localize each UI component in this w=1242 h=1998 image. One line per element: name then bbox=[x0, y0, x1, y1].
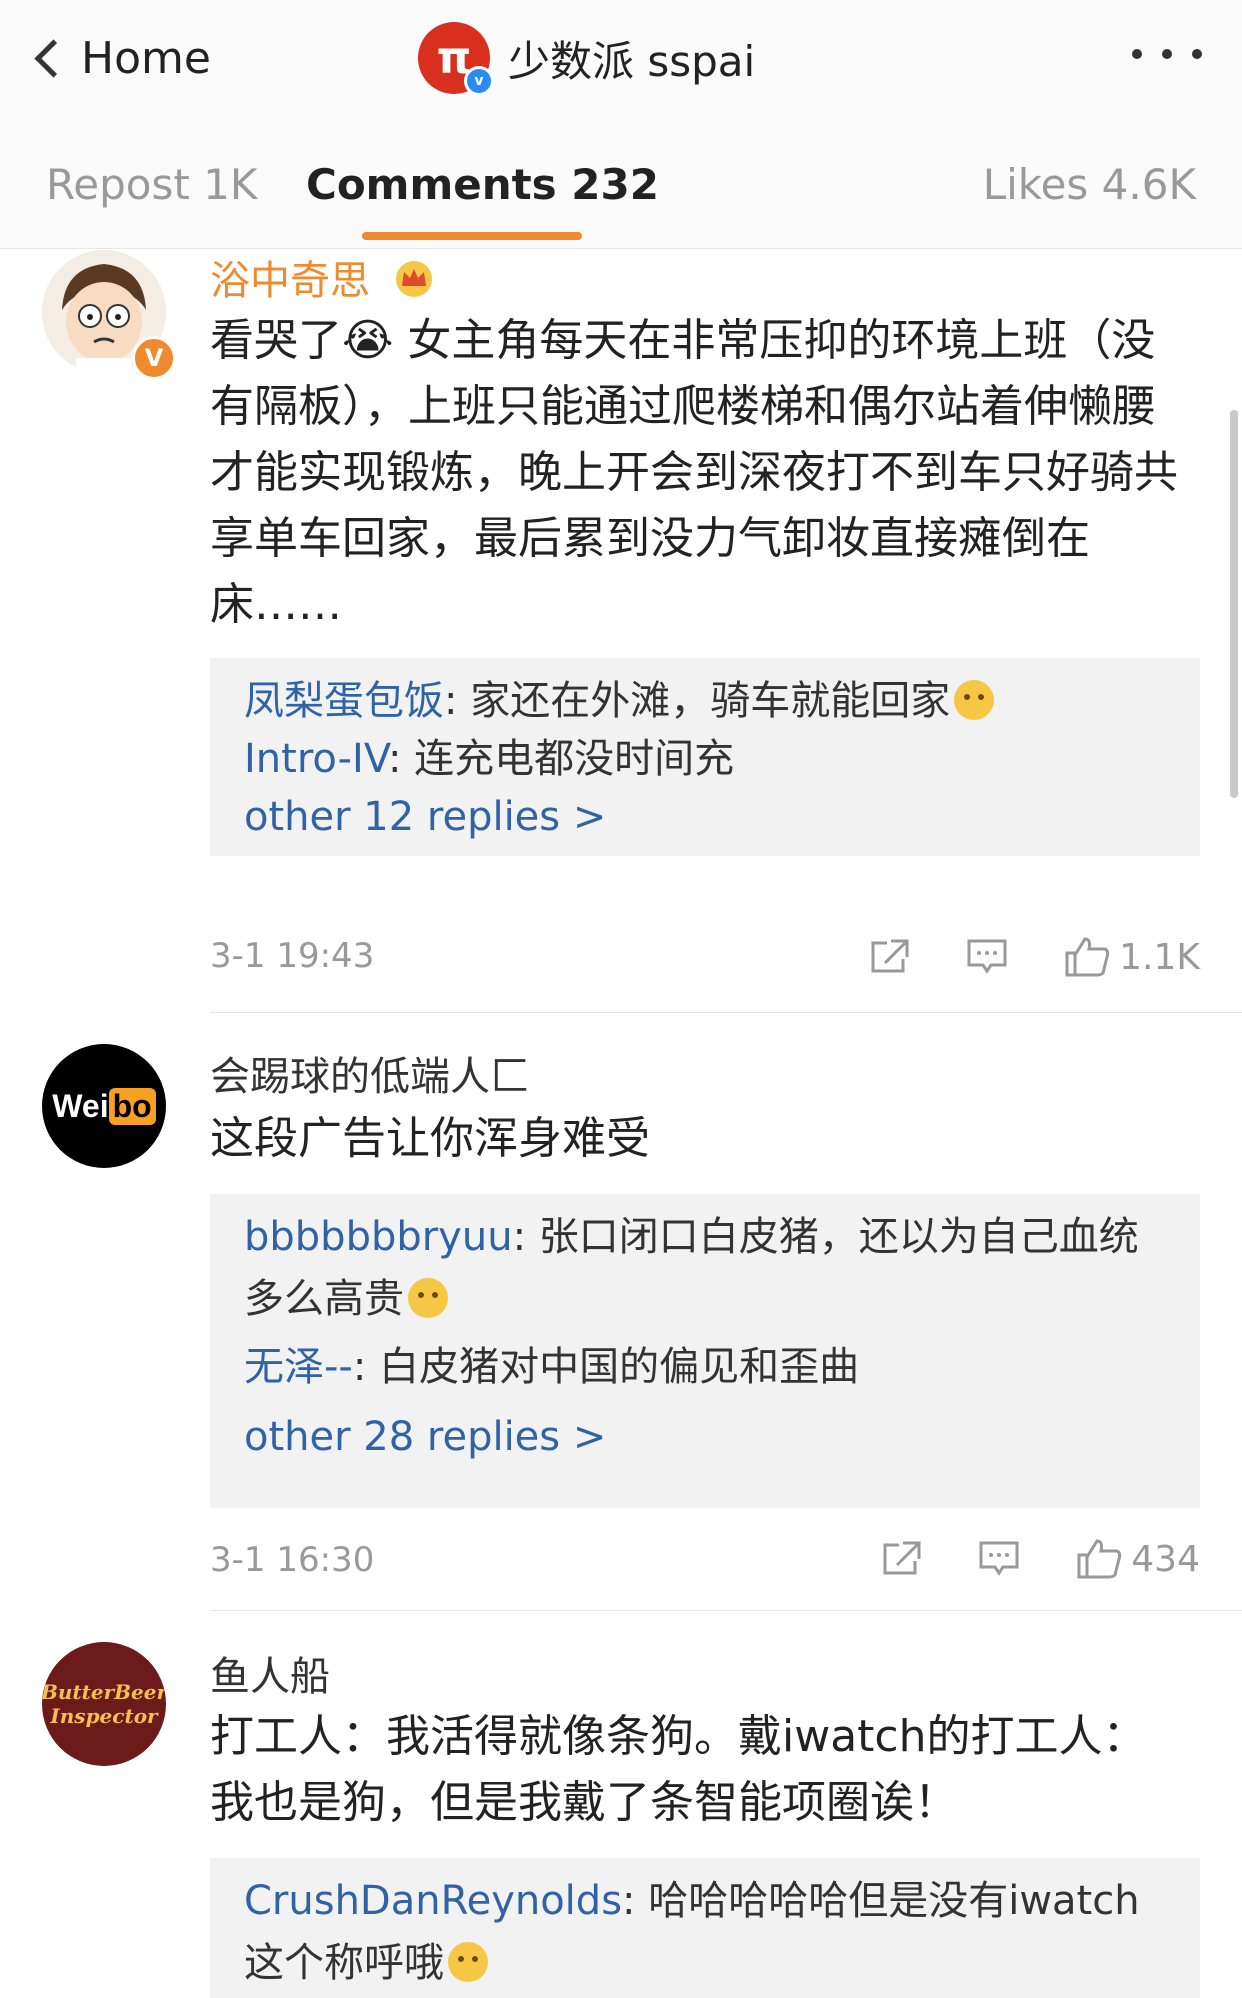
verified-badge: v bbox=[464, 66, 494, 96]
avatar-text-b: bo bbox=[108, 1087, 156, 1125]
reply-text: : 家还在外滩，骑车就能回家 bbox=[444, 678, 951, 724]
like-count: 1.1K bbox=[1119, 936, 1200, 978]
comment-text: 看哭了😭 女主角每天在非常压抑的环境上班（没有隔板），上班只能通过爬楼梯和偶尔站… bbox=[210, 315, 1178, 630]
comment-author[interactable]: 浴中奇思 bbox=[210, 248, 435, 306]
like-button[interactable]: 434 bbox=[1075, 1537, 1200, 1581]
account-header[interactable]: π v 少数派 sspai bbox=[418, 18, 755, 98]
reply-text: : 连充电都没时间充 bbox=[387, 736, 735, 782]
reply-button[interactable] bbox=[977, 1539, 1021, 1579]
like-count: 434 bbox=[1131, 1538, 1200, 1580]
back-label: Home bbox=[81, 32, 211, 84]
comment-actions: 1.1K bbox=[813, 932, 1200, 982]
crying-emoji-icon bbox=[954, 680, 995, 720]
more-replies-link[interactable]: other 28 replies > bbox=[244, 1414, 606, 1460]
reply-text: : 白皮猪对中国的偏见和歪曲 bbox=[352, 1344, 860, 1390]
comment-time: 3-1 16:30 bbox=[210, 1540, 375, 1580]
comment-icon bbox=[967, 939, 1007, 974]
like-button[interactable]: 1.1K bbox=[1063, 935, 1200, 979]
back-button[interactable]: Home bbox=[30, 28, 211, 88]
scrollbar[interactable] bbox=[1230, 410, 1238, 798]
avatar-text-b: Inspector bbox=[50, 1704, 158, 1728]
active-tab-indicator bbox=[362, 232, 582, 240]
top-bar: Home π v 少数派 sspai bbox=[0, 0, 1242, 121]
reply-item[interactable]: CrushDanReynolds: 哈哈哈哈哈但是没有iwatch这个称呼哦 bbox=[244, 1870, 1164, 1994]
avatar-text-a: ButterBeer bbox=[42, 1680, 166, 1704]
comment-icon bbox=[979, 1541, 1019, 1576]
repost-button[interactable] bbox=[867, 937, 911, 977]
divider bbox=[210, 1610, 1242, 1611]
reply-author[interactable]: bbbbbbbryuu bbox=[244, 1214, 513, 1260]
comment-actions: 434 bbox=[825, 1534, 1200, 1584]
reply-author[interactable]: 凤梨蛋包饭 bbox=[244, 678, 444, 724]
reply-item[interactable]: 凤梨蛋包饭: 家还在外滩，骑车就能回家 bbox=[244, 670, 1164, 732]
doge-emoji-icon bbox=[448, 1942, 488, 1982]
comment-author[interactable]: 鱼人船 bbox=[210, 1644, 330, 1702]
reply-item[interactable]: 无泽--: 白皮猪对中国的偏见和歪曲 bbox=[244, 1336, 1164, 1398]
reply-button[interactable] bbox=[965, 937, 1009, 977]
chevron-left-icon bbox=[34, 38, 73, 78]
account-name: 少数派 sspai bbox=[508, 36, 756, 86]
tab-likes[interactable]: Likes 4.6K bbox=[983, 160, 1196, 209]
reply-box[interactable]: bbbbbbbryuu: 张口闭口白皮猪，还以为自己血统多么高贵 无泽--: 白… bbox=[210, 1194, 1200, 1508]
account-avatar: π v bbox=[418, 22, 494, 96]
thumbs-up-icon bbox=[1065, 937, 1110, 977]
share-icon bbox=[871, 939, 909, 973]
divider bbox=[210, 1012, 1242, 1013]
tab-repost[interactable]: Repost 1K bbox=[46, 160, 257, 209]
avatar-text-a: Wei bbox=[52, 1087, 109, 1124]
crown-icon bbox=[395, 261, 432, 297]
reply-author[interactable]: 无泽-- bbox=[244, 1344, 353, 1390]
tab-bar: Repost 1K Comments 232 Likes 4.6K bbox=[0, 120, 1242, 249]
share-icon bbox=[883, 1541, 921, 1575]
tab-comments[interactable]: Comments 232 bbox=[306, 160, 659, 209]
vomit-emoji-icon bbox=[408, 1278, 448, 1318]
reply-item[interactable]: bbbbbbbryuu: 张口闭口白皮猪，还以为自己血统多么高贵 bbox=[244, 1206, 1164, 1330]
comment-time: 3-1 19:43 bbox=[210, 936, 375, 976]
reply-box[interactable]: CrushDanReynolds: 哈哈哈哈哈但是没有iwatch这个称呼哦 bbox=[210, 1858, 1200, 1998]
comment-author[interactable]: 会踢球的低端人匚 bbox=[210, 1044, 530, 1102]
comment-text: 打工人：我活得就像条狗。戴iwatch的打工人：我也是狗，但是我戴了条智能项圈诶… bbox=[210, 1711, 1147, 1828]
reply-author[interactable]: CrushDanReynolds bbox=[244, 1878, 622, 1924]
reply-item[interactable]: Intro-IV: 连充电都没时间充 bbox=[244, 728, 1164, 790]
reply-box[interactable]: 凤梨蛋包饭: 家还在外滩，骑车就能回家 Intro-IV: 连充电都没时间充 o… bbox=[210, 658, 1200, 856]
verified-badge: V bbox=[132, 336, 176, 380]
repost-button[interactable] bbox=[879, 1539, 923, 1579]
more-replies-link[interactable]: other 12 replies > bbox=[244, 794, 606, 840]
author-name: 浴中奇思 bbox=[210, 258, 370, 304]
more-options-icon[interactable] bbox=[1132, 44, 1202, 64]
avatar[interactable]: Wei bo bbox=[42, 1044, 166, 1168]
comment-text: 这段广告让你浑身难受 bbox=[210, 1113, 650, 1164]
thumbs-up-icon bbox=[1077, 1539, 1122, 1579]
avatar[interactable]: ButterBeer Inspector bbox=[42, 1642, 166, 1766]
reply-author[interactable]: Intro-IV bbox=[244, 736, 388, 782]
